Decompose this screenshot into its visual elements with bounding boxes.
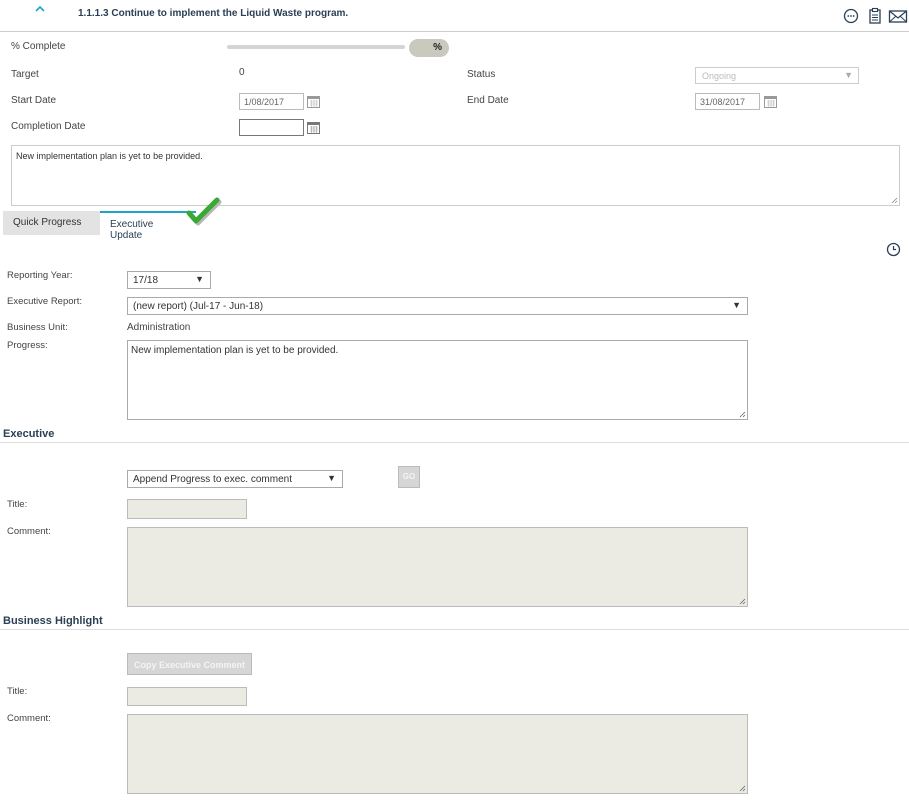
completion-date-label: Completion Date <box>11 121 86 132</box>
executive-heading: Executive <box>3 428 55 440</box>
exec-comment-label: Comment: <box>7 526 51 537</box>
progress-textarea[interactable]: New implementation plan is yet to be pro… <box>127 340 748 420</box>
progress-text: New implementation plan is yet to be pro… <box>131 345 339 356</box>
completion-date-field[interactable] <box>239 119 304 136</box>
exec-action-value: Append Progress to exec. comment <box>133 474 292 485</box>
notes-textarea[interactable]: New implementation plan is yet to be pro… <box>11 145 900 206</box>
dropdown-arrow-icon: ▼ <box>844 70 853 80</box>
calendar-icon[interactable] <box>307 122 320 134</box>
exec-action-select[interactable]: Append Progress to exec. comment ▼ <box>127 470 343 488</box>
highlight-comment-textarea[interactable] <box>127 714 748 794</box>
exec-title-label: Title: <box>7 499 28 510</box>
exec-title-field[interactable] <box>127 499 247 519</box>
reporting-year-value: 17/18 <box>133 275 159 286</box>
pct-complete-input[interactable]: % <box>409 39 449 57</box>
clipboard-icon[interactable] <box>866 7 884 25</box>
exec-comment-textarea[interactable] <box>127 527 748 607</box>
business-highlight-divider <box>0 629 909 630</box>
dropdown-arrow-icon: ▼ <box>732 300 741 310</box>
executive-report-value: (new report) (Jul-17 - Jun-18) <box>133 301 264 312</box>
highlight-title-label: Title: <box>7 686 28 697</box>
chevron-up-icon[interactable] <box>33 3 47 15</box>
start-date-label: Start Date <box>11 95 57 106</box>
progress-label: Progress: <box>7 340 48 351</box>
pct-complete-slider[interactable] <box>227 45 405 49</box>
dropdown-arrow-icon: ▼ <box>195 274 204 284</box>
pct-complete-label: % Complete <box>11 41 66 52</box>
business-unit-value: Administration <box>127 322 191 333</box>
highlight-comment-label: Comment: <box>7 713 51 724</box>
executive-divider <box>0 442 909 443</box>
status-select: Ongoing ▼ <box>695 67 859 84</box>
calendar-icon[interactable] <box>764 96 777 108</box>
status-label: Status <box>467 69 496 80</box>
mail-icon[interactable] <box>888 7 908 25</box>
status-value: Ongoing <box>702 71 737 81</box>
chat-icon[interactable] <box>842 7 860 25</box>
target-value: 0 <box>239 67 245 78</box>
executive-report-label: Executive Report: <box>7 296 82 307</box>
resize-grip-icon[interactable] <box>739 785 746 792</box>
start-date-field[interactable]: 1/08/2017 <box>239 93 304 110</box>
executive-report-select[interactable]: (new report) (Jul-17 - Jun-18) ▼ <box>127 297 748 315</box>
end-date-label: End Date <box>467 95 509 106</box>
resize-grip-icon[interactable] <box>739 411 746 418</box>
resize-grip-icon[interactable] <box>891 197 898 204</box>
tab-executive-update[interactable]: Executive Update <box>100 211 196 241</box>
highlight-title-field[interactable] <box>127 687 247 706</box>
calendar-icon[interactable] <box>307 96 320 108</box>
dropdown-arrow-icon: ▼ <box>327 473 336 483</box>
header-divider <box>0 31 909 32</box>
business-highlight-heading: Business Highlight <box>3 615 103 627</box>
copy-executive-comment-button[interactable]: Copy Executive Comment <box>127 653 252 675</box>
page-title: 1.1.1.3 Continue to implement the Liquid… <box>78 8 349 19</box>
reporting-year-label: Reporting Year: <box>7 270 73 281</box>
tab-quick-progress[interactable]: Quick Progress <box>3 211 100 235</box>
reporting-year-select[interactable]: 17/18 ▼ <box>127 271 211 289</box>
business-unit-label: Business Unit: <box>7 322 68 333</box>
checkmark-icon <box>186 197 222 226</box>
resize-grip-icon[interactable] <box>739 598 746 605</box>
go-button[interactable]: GO <box>398 466 420 488</box>
target-label: Target <box>11 69 39 80</box>
history-clock-icon[interactable] <box>886 242 901 257</box>
notes-text: New implementation plan is yet to be pro… <box>16 151 203 161</box>
end-date-field[interactable]: 31/08/2017 <box>695 93 760 110</box>
